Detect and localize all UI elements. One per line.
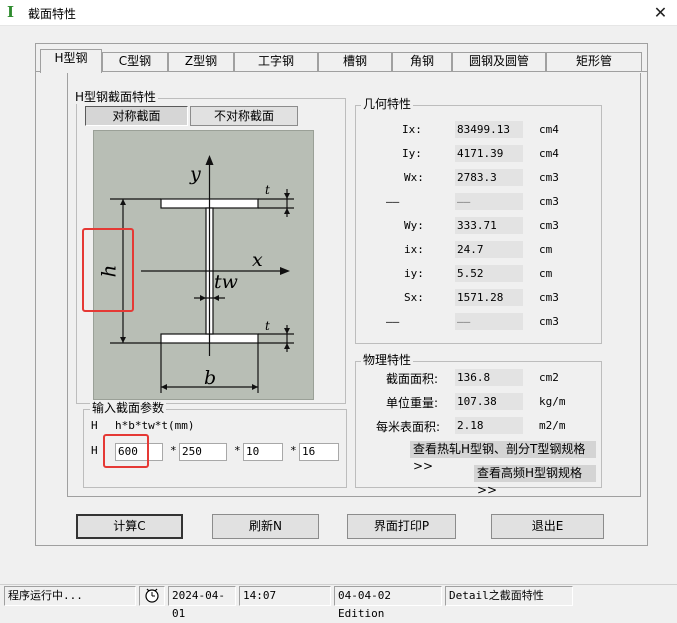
flange-thickness-bottom-label: t	[265, 319, 270, 333]
geom-unit-wx: cm3	[539, 171, 559, 184]
tab-c-steel[interactable]: C型钢	[102, 52, 168, 71]
physical-title: 物理特性	[361, 353, 414, 367]
phys-label-surface: 每米表面积:	[376, 420, 441, 434]
geom-label-iy: Iy:	[402, 147, 422, 160]
geom-label-sx: Sx:	[404, 291, 424, 304]
tab-channel[interactable]: 槽钢	[318, 52, 392, 71]
status-date: 2024-04-01	[168, 586, 236, 620]
star-3: *	[290, 444, 297, 457]
phys-unit-surface: m2/m	[539, 419, 566, 432]
geom-unit-iy: cm4	[539, 147, 559, 160]
symmetric-section-button[interactable]: 对称截面	[85, 106, 188, 126]
tab-h-steel[interactable]: H型钢	[40, 49, 102, 73]
clock-icon-svg	[145, 588, 159, 603]
phys-label-area: 截面面积:	[386, 372, 439, 386]
geom-value-blank1: ——	[455, 193, 523, 210]
geom-label-blank2: ——	[386, 315, 400, 328]
flange-thickness-top-label: t	[265, 183, 270, 197]
t-input[interactable]: 16	[299, 443, 339, 461]
star-2: *	[234, 444, 241, 457]
app-icon: I	[7, 3, 15, 21]
geom-label-ix: Ix:	[402, 123, 422, 136]
asymmetric-section-button[interactable]: 不对称截面	[190, 106, 298, 126]
phys-unit-area: cm2	[539, 371, 559, 384]
tab-round-tube[interactable]: 圆钢及圆管	[452, 52, 546, 71]
tab-angle[interactable]: 角钢	[392, 52, 452, 71]
geom-unit-blank1: cm3	[539, 195, 559, 208]
geom-value-ix: 83499.13	[455, 121, 523, 138]
high-freq-spec-link[interactable]: 查看高频H型钢规格>>	[474, 465, 596, 497]
geom-unit-ix: cm4	[539, 123, 559, 136]
phys-label-weight: 单位重量:	[386, 396, 439, 410]
geom-unit-sx: cm3	[539, 291, 559, 304]
hot-rolled-spec-link[interactable]: 查看热轧H型钢、剖分T型钢规格>>	[410, 441, 596, 473]
status-edition: 04-04-02 Edition	[334, 586, 442, 620]
geom-value-sx: 1571.28	[455, 289, 523, 306]
phys-value-weight: 107.38	[455, 393, 523, 410]
geom-label-blank1: ——	[386, 195, 400, 208]
close-icon[interactable]: ✕	[644, 0, 677, 26]
tab-i-beam[interactable]: 工字钢	[234, 52, 318, 71]
geom-unit-blank2: cm3	[539, 315, 559, 328]
geom-value-iy-radius: 5.52	[455, 265, 523, 282]
calculate-button[interactable]: 计算C	[76, 514, 183, 539]
status-running: 程序运行中...	[4, 586, 136, 606]
geometry-title: 几何特性	[361, 97, 414, 111]
tab-z-steel[interactable]: Z型钢	[168, 52, 234, 71]
geom-unit-iy-radius: cm	[539, 267, 553, 280]
b-input[interactable]: 250	[179, 443, 227, 461]
geom-value-wy: 333.71	[455, 217, 523, 234]
geom-label-ix-radius: ix:	[404, 243, 424, 256]
width-label: b	[204, 367, 217, 389]
print-button[interactable]: 界面打印P	[347, 514, 456, 539]
geom-value-ix-radius: 24.7	[455, 241, 523, 258]
status-detail: Detail之截面特性	[445, 586, 573, 606]
exit-button[interactable]: 退出E	[491, 514, 604, 539]
refresh-button[interactable]: 刷新N	[212, 514, 319, 539]
web-thickness-label: tw	[214, 271, 238, 293]
input-prefix: H	[91, 419, 98, 432]
star-1: *	[170, 444, 177, 457]
y-axis-label: y	[190, 163, 201, 185]
phys-value-area: 136.8	[455, 369, 523, 386]
tab-strip-line	[35, 71, 648, 72]
tw-input[interactable]: 10	[243, 443, 283, 461]
phys-unit-weight: kg/m	[539, 395, 566, 408]
section-group-title: H型钢截面特性	[73, 90, 159, 104]
geom-label-iy-radius: iy:	[404, 267, 424, 280]
input-formula: h*b*tw*t(mm)	[115, 419, 195, 432]
geom-unit-ix-radius: cm	[539, 243, 553, 256]
geom-value-blank2: ——	[455, 313, 523, 330]
geom-unit-wy: cm3	[539, 219, 559, 232]
title-bar: I 截面特性 ✕	[0, 0, 677, 26]
clock-icon	[139, 586, 165, 606]
window-title: 截面特性	[28, 7, 77, 21]
geom-value-iy: 4171.39	[455, 145, 523, 162]
geom-label-wy: Wy:	[404, 219, 424, 232]
phys-value-surface: 2.18	[455, 417, 523, 434]
x-axis-label: x	[252, 249, 263, 271]
geom-label-wx: Wx:	[404, 171, 424, 184]
geom-value-wx: 2783.3	[455, 169, 523, 186]
height-highlight	[82, 228, 134, 312]
tab-rect-tube[interactable]: 矩形管	[546, 52, 642, 71]
status-time: 14:07	[239, 586, 331, 606]
h-input-highlight	[103, 434, 149, 468]
input-params-title: 输入截面参数	[90, 401, 167, 415]
input-row-prefix: H	[91, 444, 98, 457]
